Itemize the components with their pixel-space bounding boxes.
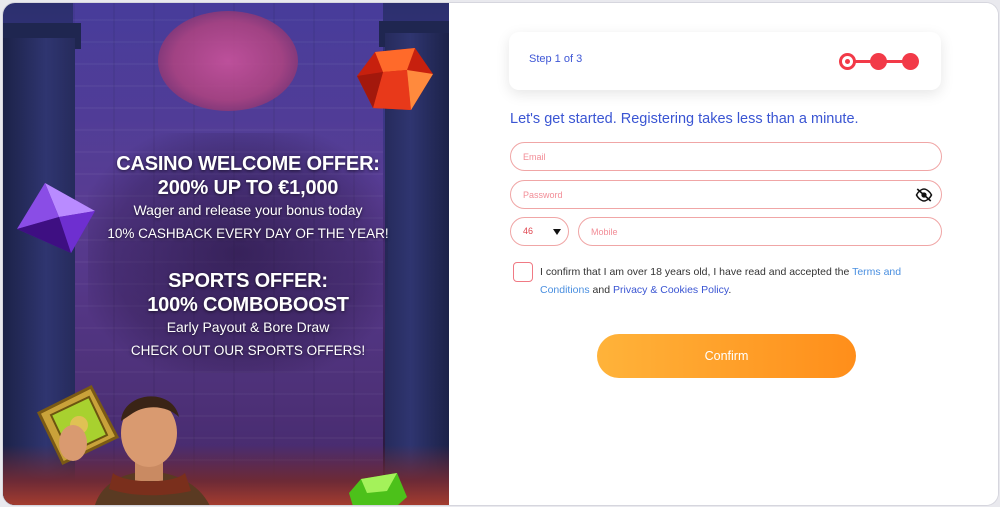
casino-offer-title: CASINO WELCOME OFFER: <box>116 153 380 175</box>
sports-offer-cta[interactable]: CHECK OUT OUR SPORTS OFFERS! <box>98 340 398 361</box>
casino-offer-subtitle: Wager and release your bonus today <box>133 202 363 218</box>
registration-modal: CASINO WELCOME OFFER: 200% UP TO €1,000 … <box>3 3 998 505</box>
consent-text-start: I confirm that I am over 18 years old, I… <box>540 266 853 278</box>
dropdown-arrow-icon <box>553 229 561 235</box>
casino-cashback: 10% CASHBACK EVERY DAY OF THE YEAR! <box>107 226 389 241</box>
casino-offer: CASINO WELCOME OFFER: 200% UP TO €1,000 … <box>98 152 398 244</box>
casino-offer-amount: 200% UP TO €1,000 <box>157 177 339 199</box>
explorer-character <box>59 396 210 505</box>
eye-slash-icon[interactable] <box>915 187 933 203</box>
privacy-policy-link[interactable]: Privacy & Cookies Policy <box>613 284 728 296</box>
purple-gem-icon <box>17 183 95 253</box>
step-dot-3 <box>902 53 919 70</box>
pink-sun-disc <box>158 11 298 111</box>
step-dot-2 <box>870 53 887 70</box>
mobile-input[interactable] <box>579 218 941 245</box>
step-dot-1 <box>839 53 856 70</box>
country-code-value: 46 <box>523 226 534 236</box>
mobile-field <box>578 217 942 246</box>
consent-text-end: . <box>728 284 732 296</box>
country-code-select[interactable]: 46 <box>510 217 569 246</box>
green-gem-icon <box>349 473 407 505</box>
promo-banner: CASINO WELCOME OFFER: 200% UP TO €1,000 … <box>3 3 449 505</box>
step-indicator-card: Step 1 of 3 <box>509 32 941 90</box>
age-terms-checkbox[interactable] <box>513 262 533 282</box>
sports-offer-subtitle: Early Payout & Bore Draw <box>166 319 330 335</box>
email-input[interactable] <box>511 143 941 170</box>
sports-offer: SPORTS OFFER: 100% COMBOBOOST Early Payo… <box>98 269 398 361</box>
step-label: Step 1 of 3 <box>529 53 583 65</box>
password-field <box>510 180 942 209</box>
sports-offer-title: SPORTS OFFER: <box>168 270 328 292</box>
sports-offer-amount: 100% COMBOBOOST <box>147 294 349 316</box>
red-gem-icon <box>357 48 433 110</box>
consent-text-middle: and <box>589 284 613 296</box>
email-field <box>510 142 942 171</box>
confirm-button[interactable]: Confirm <box>597 334 856 378</box>
step-progress <box>839 51 923 71</box>
registration-form: Step 1 of 3 Let's get started. Registeri… <box>449 3 998 505</box>
password-input[interactable] <box>511 181 941 208</box>
consent-text: I confirm that I am over 18 years old, I… <box>540 263 920 299</box>
form-intro-text: Let's get started. Registering takes les… <box>510 111 859 127</box>
